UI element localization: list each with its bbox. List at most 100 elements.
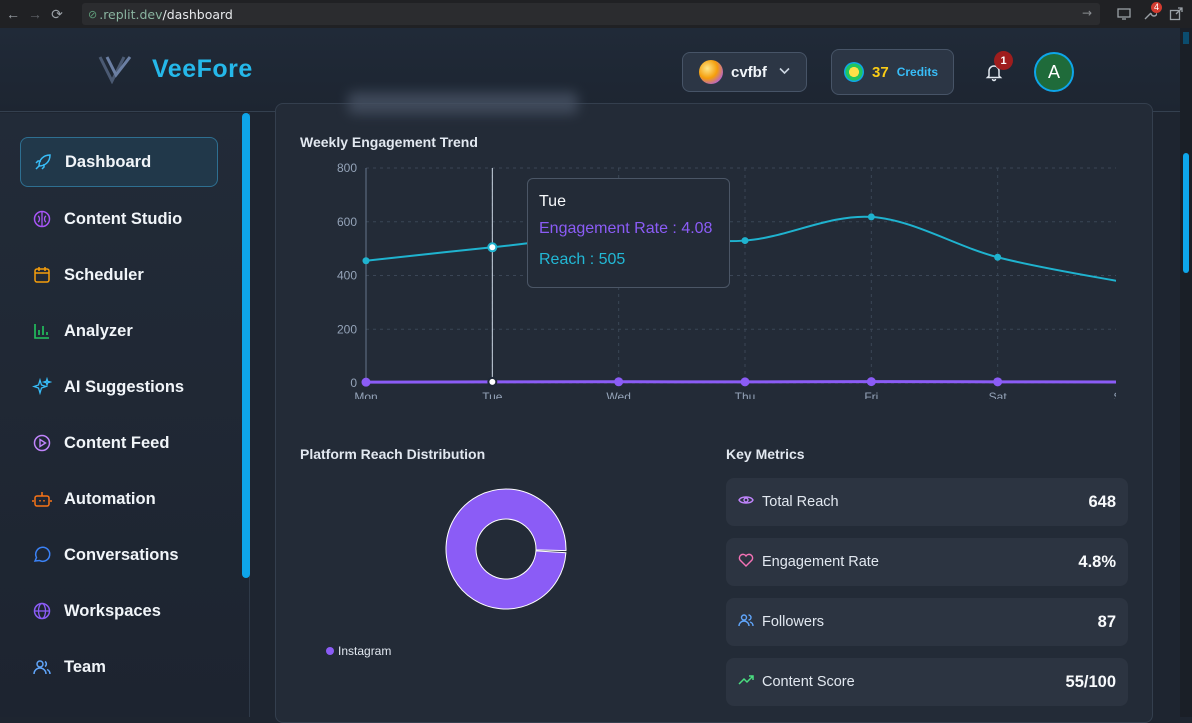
engagement-point [993, 377, 1003, 387]
series-line-reach [365, 215, 1116, 282]
trend-title: Weekly Engagement Trend [300, 134, 478, 150]
rocket-icon [33, 152, 53, 172]
credits-label: Credits [896, 65, 939, 79]
page-scrollbar[interactable] [1180, 28, 1192, 717]
extension-wrench-icon[interactable]: 4 [1140, 2, 1162, 24]
tooltip-engagement: Engagement Rate : 4.08 [539, 220, 713, 237]
x-tick-label: Fri [864, 390, 878, 399]
bot-icon [32, 489, 52, 509]
engagement-point [361, 377, 371, 387]
sidebar-item-workspaces[interactable]: Workspaces [20, 586, 218, 636]
main-content: Weekly Engagement Trend 0 200 400 600 800 Mon… [250, 92, 1180, 723]
sidebar-item-analyzer[interactable]: Analyzer [20, 306, 218, 356]
users-icon [738, 612, 754, 633]
sidebar-item-label: Content Feed [64, 433, 170, 452]
metric-label: Content Score [762, 674, 855, 690]
metric-label: Total Reach [762, 494, 839, 510]
metric-content-score[interactable]: Content Score 55/100 [726, 658, 1128, 706]
pie-slice-instagram[interactable] [445, 488, 567, 610]
users-icon [32, 657, 52, 677]
y-tick-label: 200 [337, 322, 357, 336]
blurred-heading [348, 92, 578, 114]
sidebar-item-content-feed[interactable]: Content Feed [20, 418, 218, 468]
x-tick-label: Wed [606, 390, 630, 399]
y-tick-label: 0 [350, 376, 357, 390]
go-arrow-icon[interactable]: → [1082, 6, 1092, 20]
reach-point [362, 257, 370, 265]
credits-value: 37 [872, 63, 889, 81]
x-tick-label: Mon [354, 390, 377, 399]
engagement-point [740, 377, 750, 387]
extension-badge: 4 [1150, 2, 1162, 13]
scroll-up-area [1183, 32, 1189, 44]
analytics-card: Weekly Engagement Trend 0 200 400 600 800 Mon… [275, 92, 1153, 723]
reach-point [867, 213, 875, 221]
metric-followers[interactable]: Followers 87 [726, 598, 1128, 646]
sidebar-item-label: Automation [64, 489, 156, 508]
workspace-avatar [699, 60, 723, 84]
trending-up-icon [738, 672, 754, 693]
reload-icon[interactable]: ⟳ [46, 3, 68, 25]
sidebar-item-ai-suggestions[interactable]: AI Suggestions [20, 362, 218, 412]
engagement-point [866, 377, 876, 387]
sidebar-item-label: Dashboard [65, 152, 152, 171]
sidebar-item-label: AI Suggestions [64, 377, 185, 396]
address-bar[interactable]: ⊘ .replit.dev/dashboard → [82, 3, 1100, 25]
sidebar: Dashboard Content Studio Scheduler Analy… [0, 113, 250, 717]
x-tick-label: Sat [989, 390, 1008, 399]
metrics-title: Key Metrics [726, 446, 805, 462]
metric-value: 648 [1088, 492, 1116, 511]
brain-icon [32, 209, 52, 229]
y-tick-label: 400 [337, 269, 357, 283]
brand[interactable]: VeeFore [98, 54, 253, 84]
open-external-icon[interactable] [1166, 4, 1186, 24]
tooltip-day: Tue [539, 193, 566, 210]
calendar-icon [32, 265, 52, 285]
sidebar-item-scheduler[interactable]: Scheduler [20, 250, 218, 300]
sidebar-scrollbar[interactable] [242, 113, 250, 578]
y-tick-label: 600 [337, 215, 357, 229]
sidebar-item-team[interactable]: Team [20, 642, 218, 692]
back-icon[interactable]: ← [2, 3, 24, 25]
reach-point [994, 253, 1002, 261]
distribution-title: Platform Reach Distribution [300, 446, 486, 462]
sidebar-item-conversations[interactable]: Conversations [20, 530, 218, 580]
url-path: /dashboard [162, 6, 233, 22]
metric-value: 4.8% [1078, 552, 1116, 571]
metric-label: Engagement Rate [762, 554, 879, 570]
legend-label: Instagram [338, 644, 392, 658]
sidebar-item-label: Conversations [64, 545, 179, 564]
workspace-selector[interactable]: cvfbf [682, 52, 807, 92]
pie-legend: Instagram [326, 644, 391, 658]
sidebar-item-label: Analyzer [64, 321, 133, 340]
metric-engagement-rate[interactable]: Engagement Rate 4.8% [726, 538, 1128, 586]
browser-toolbar: ← → ⟳ ⊘ .replit.dev/dashboard → 4 [0, 0, 1192, 28]
reach-distribution-pie[interactable] [436, 479, 576, 619]
user-avatar[interactable]: A [1034, 52, 1074, 92]
y-tick-label: 800 [337, 161, 357, 175]
play-circle-icon [32, 433, 52, 453]
metric-total-reach[interactable]: Total Reach 648 [726, 478, 1128, 526]
metric-value: 87 [1097, 612, 1116, 631]
metric-value: 55/100 [1065, 672, 1116, 691]
sidebar-item-label: Workspaces [64, 601, 161, 620]
heart-icon [738, 552, 754, 573]
metric-label: Followers [762, 614, 825, 630]
chat-icon [32, 545, 52, 565]
credits-pill[interactable]: 37 Credits [831, 49, 954, 95]
page-scroll-thumb[interactable] [1183, 153, 1189, 273]
screen-icon[interactable] [1114, 4, 1134, 24]
chart-tooltip: Tue Engagement Rate : 4.08 Reach : 505 [527, 178, 730, 288]
x-tick-label: Sun [1113, 390, 1116, 399]
sidebar-item-automation[interactable]: Automation [20, 474, 218, 524]
sidebar-item-content-studio[interactable]: Content Studio [20, 194, 218, 244]
engagement-point [614, 377, 624, 387]
veefore-logo-icon [98, 56, 132, 84]
forward-icon[interactable]: → [24, 3, 46, 25]
sidebar-item-label: Team [64, 657, 106, 676]
globe-icon [32, 601, 52, 621]
engagement-point [487, 376, 498, 387]
workspace-name: cvfbf [731, 63, 767, 81]
sidebar-item-dashboard[interactable]: Dashboard [20, 137, 218, 187]
coin-icon [844, 62, 864, 82]
